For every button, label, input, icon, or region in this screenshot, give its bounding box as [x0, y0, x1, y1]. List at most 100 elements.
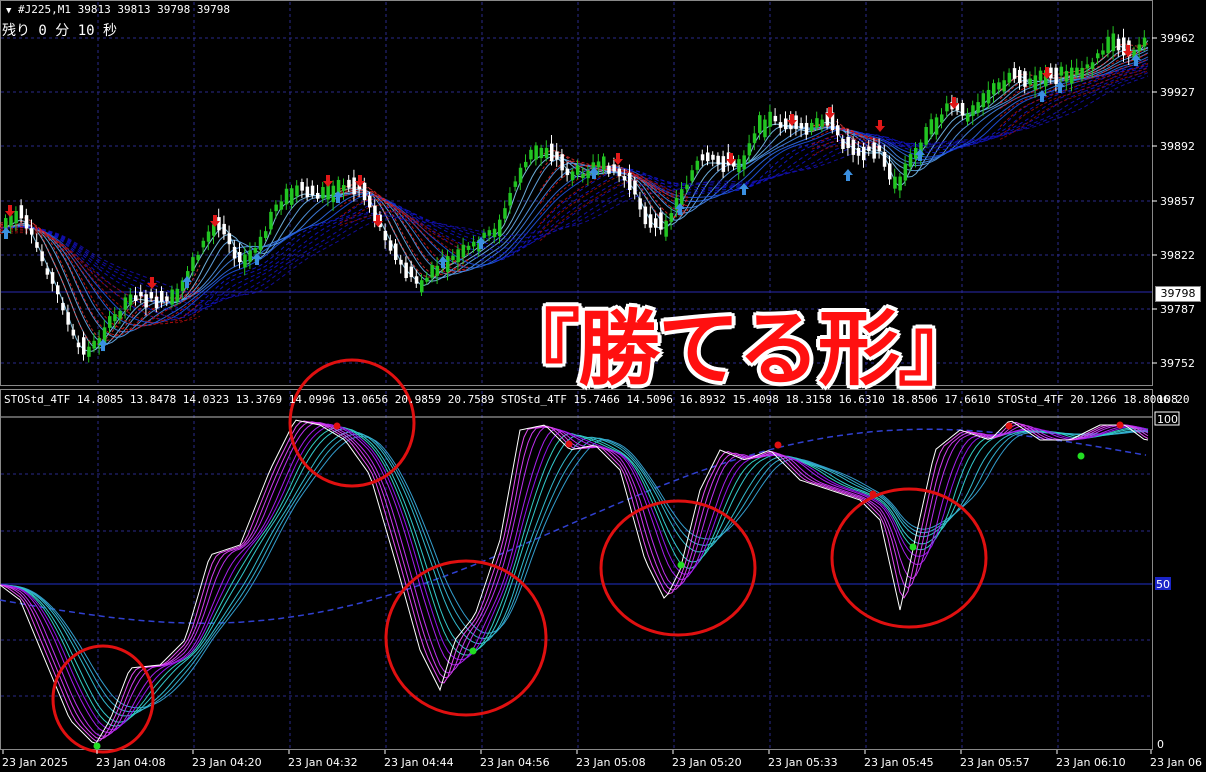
candle-body — [76, 342, 81, 348]
candle-body — [238, 252, 242, 263]
candle-body — [180, 280, 185, 292]
candle-body — [628, 172, 632, 191]
candle-body — [680, 189, 684, 205]
price-label: 39822 — [1160, 249, 1195, 262]
price-label: 39857 — [1160, 195, 1195, 208]
candle-body — [815, 118, 819, 128]
sto-line — [0, 423, 1149, 734]
sto-line — [0, 421, 1149, 740]
buy-arrow-icon — [843, 169, 853, 181]
candle-body — [659, 212, 663, 230]
candle-body — [284, 188, 289, 205]
candle-body — [1028, 78, 1032, 85]
candle-body — [409, 266, 414, 278]
candle-body — [908, 154, 913, 167]
ma-line — [0, 65, 1149, 315]
candle-body — [1059, 66, 1064, 76]
candle-body — [435, 265, 440, 276]
time-label: 23 Jan 05:20 — [672, 756, 742, 769]
sto-line — [0, 425, 1149, 731]
candle-body — [882, 151, 887, 167]
time-label: 23 Jan 04:44 — [384, 756, 454, 769]
price-label: 39752 — [1160, 357, 1195, 370]
candle-body — [295, 185, 299, 197]
buy-dot-icon — [93, 742, 101, 750]
candle-body — [503, 208, 507, 219]
candle-body — [388, 240, 393, 251]
candle-body — [269, 211, 273, 230]
candle-body — [1012, 68, 1017, 79]
sto-line — [0, 431, 1148, 709]
symbol-info: ▼ #J225,M1 39813 39813 39798 39798 — [6, 3, 230, 16]
candle-body — [248, 250, 252, 262]
candle-body — [1096, 53, 1100, 59]
candle-body — [862, 146, 866, 161]
candle-body — [721, 156, 726, 172]
candle-body — [841, 138, 845, 149]
candle-body — [1033, 75, 1038, 90]
candle-body — [243, 254, 247, 268]
candle-body — [66, 312, 70, 325]
sell-dot-icon — [565, 440, 573, 448]
candle-body — [154, 296, 159, 309]
sto-line — [0, 420, 1149, 742]
candle-body — [700, 154, 705, 161]
candle-body — [758, 115, 762, 133]
candle-body — [352, 177, 356, 195]
candle-body — [966, 113, 970, 122]
candle-body — [362, 182, 367, 201]
candle-body — [19, 205, 24, 219]
candle-body — [534, 145, 538, 160]
sell-arrow-icon — [147, 277, 157, 289]
candle-body — [778, 122, 783, 128]
candle-body — [669, 213, 674, 222]
candle-body — [737, 159, 741, 172]
highlight-circle — [830, 487, 988, 629]
candle-body — [706, 152, 710, 162]
collapse-arrow-icon[interactable]: ▼ — [6, 6, 11, 16]
candle-body — [685, 184, 689, 190]
candle-body — [529, 149, 533, 160]
sto-line — [0, 422, 1149, 737]
candle-body — [888, 163, 892, 180]
candle-body — [1038, 70, 1043, 81]
candle-body — [945, 103, 949, 112]
candle-body — [747, 143, 752, 156]
candle-body — [1090, 62, 1095, 69]
candle-body — [586, 170, 590, 179]
candle-body — [752, 133, 757, 143]
candle-body — [368, 195, 372, 208]
chart-window[interactable]: 39962 39927 39892 39857 39822 39787 39752 23 J… — [0, 0, 1206, 772]
candle-body — [466, 245, 471, 250]
candle-body — [165, 296, 169, 302]
candle-body — [222, 223, 226, 235]
candle-body — [773, 115, 778, 122]
candle-body — [986, 89, 991, 104]
price-label: 39927 — [1160, 86, 1195, 99]
ma-red-line — [0, 226, 201, 327]
buy-dot-icon — [469, 647, 477, 655]
candle-body — [118, 311, 122, 319]
candle-body — [274, 204, 278, 212]
candle-body — [856, 147, 861, 156]
sell-dot-icon — [333, 422, 341, 430]
candle-body — [1101, 50, 1105, 55]
candle-body — [40, 251, 44, 262]
candle-body — [87, 346, 91, 357]
candle-body — [643, 206, 648, 225]
symbol-line: #J225,M1 39813 39813 39798 39798 — [18, 3, 230, 16]
time-label: 23 Jan 04:08 — [96, 756, 166, 769]
candle-body — [1023, 71, 1027, 87]
candle-body — [9, 215, 13, 226]
candle-body — [404, 262, 408, 279]
candle-body — [596, 161, 601, 168]
buy-dot-icon — [677, 561, 685, 569]
candle-body — [498, 219, 502, 237]
candle-body — [576, 165, 580, 175]
candle-body — [253, 247, 258, 253]
candle-body — [695, 160, 700, 170]
candle-body — [456, 249, 460, 263]
candle-body — [638, 198, 642, 210]
candle-body — [290, 188, 294, 205]
candle-body — [867, 146, 871, 151]
